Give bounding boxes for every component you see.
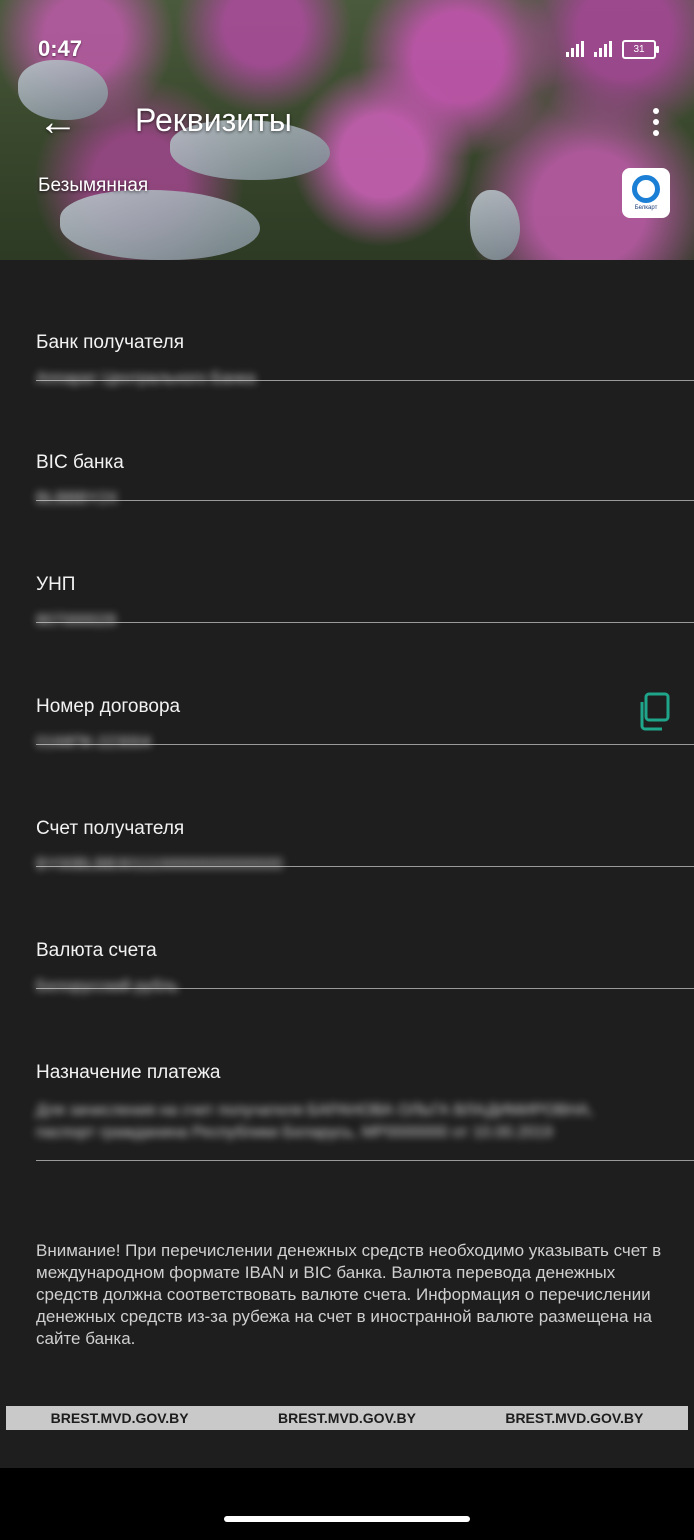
field-contract-number[interactable]: Номер договора 0168ПК-223004	[36, 624, 694, 751]
field-label: Счет получателя	[36, 818, 185, 839]
battery-icon: 31	[622, 39, 659, 59]
status-icons: 31	[566, 39, 659, 59]
page-title: Реквизиты	[135, 102, 292, 138]
field-unp[interactable]: УНП 807000028	[36, 502, 694, 629]
status-time: 0:47	[38, 36, 83, 61]
field-value: Для зачисления на счет получателя БАРАНО…	[36, 1102, 594, 1141]
card-name: Безымянная	[38, 175, 149, 196]
field-label: УНП	[36, 574, 76, 595]
field-bic[interactable]: BIC банка BLBBBY2X	[36, 380, 694, 507]
card-header: 0:47 31 ← Реквизиты Безымянная Белкарт	[0, 0, 694, 260]
watermark-strip: BREST.MVD.GOV.BY BREST.MVD.GOV.BY BREST.…	[6, 1406, 688, 1430]
field-label: Номер договора	[36, 696, 181, 717]
watermark-text: BREST.MVD.GOV.BY	[50, 1410, 189, 1426]
more-menu-icon[interactable]	[646, 102, 666, 142]
signal-icon	[566, 41, 584, 57]
field-label: Банк получателя	[36, 332, 184, 353]
system-nav-bar	[0, 1468, 694, 1540]
field-recipient-bank[interactable]: Банк получателя Аппарат Центрального Бан…	[36, 260, 694, 387]
copy-icon[interactable]	[636, 692, 672, 732]
back-arrow-icon[interactable]: ←	[38, 98, 78, 148]
field-payment-purpose[interactable]: Назначение платежа Для зачисления на сче…	[36, 990, 694, 1161]
field-label: Назначение платежа	[36, 1062, 221, 1083]
home-indicator[interactable]	[224, 1516, 470, 1522]
watermark-text: BREST.MVD.GOV.BY	[505, 1410, 644, 1426]
decor-rock	[60, 190, 260, 260]
app-bar: ← Реквизиты	[0, 98, 694, 148]
field-label: BIC банка	[36, 452, 124, 473]
bank-logo-text: Белкарт	[634, 205, 658, 211]
watermark-text: BREST.MVD.GOV.BY	[278, 1410, 416, 1426]
bank-logo: Белкарт	[622, 168, 670, 218]
belkart-logo-icon	[632, 175, 660, 203]
field-recipient-account[interactable]: Счет получателя BY00BLBB3011100000000000…	[36, 746, 694, 873]
decor-rock	[470, 190, 520, 260]
status-bar: 0:47 31	[38, 34, 659, 64]
signal-icon	[594, 41, 612, 57]
field-label: Валюта счета	[36, 940, 157, 961]
warning-notice: Внимание! При перечислении денежных сред…	[36, 1241, 662, 1348]
field-account-currency[interactable]: Валюта счета Белорусский рубль	[36, 868, 694, 995]
